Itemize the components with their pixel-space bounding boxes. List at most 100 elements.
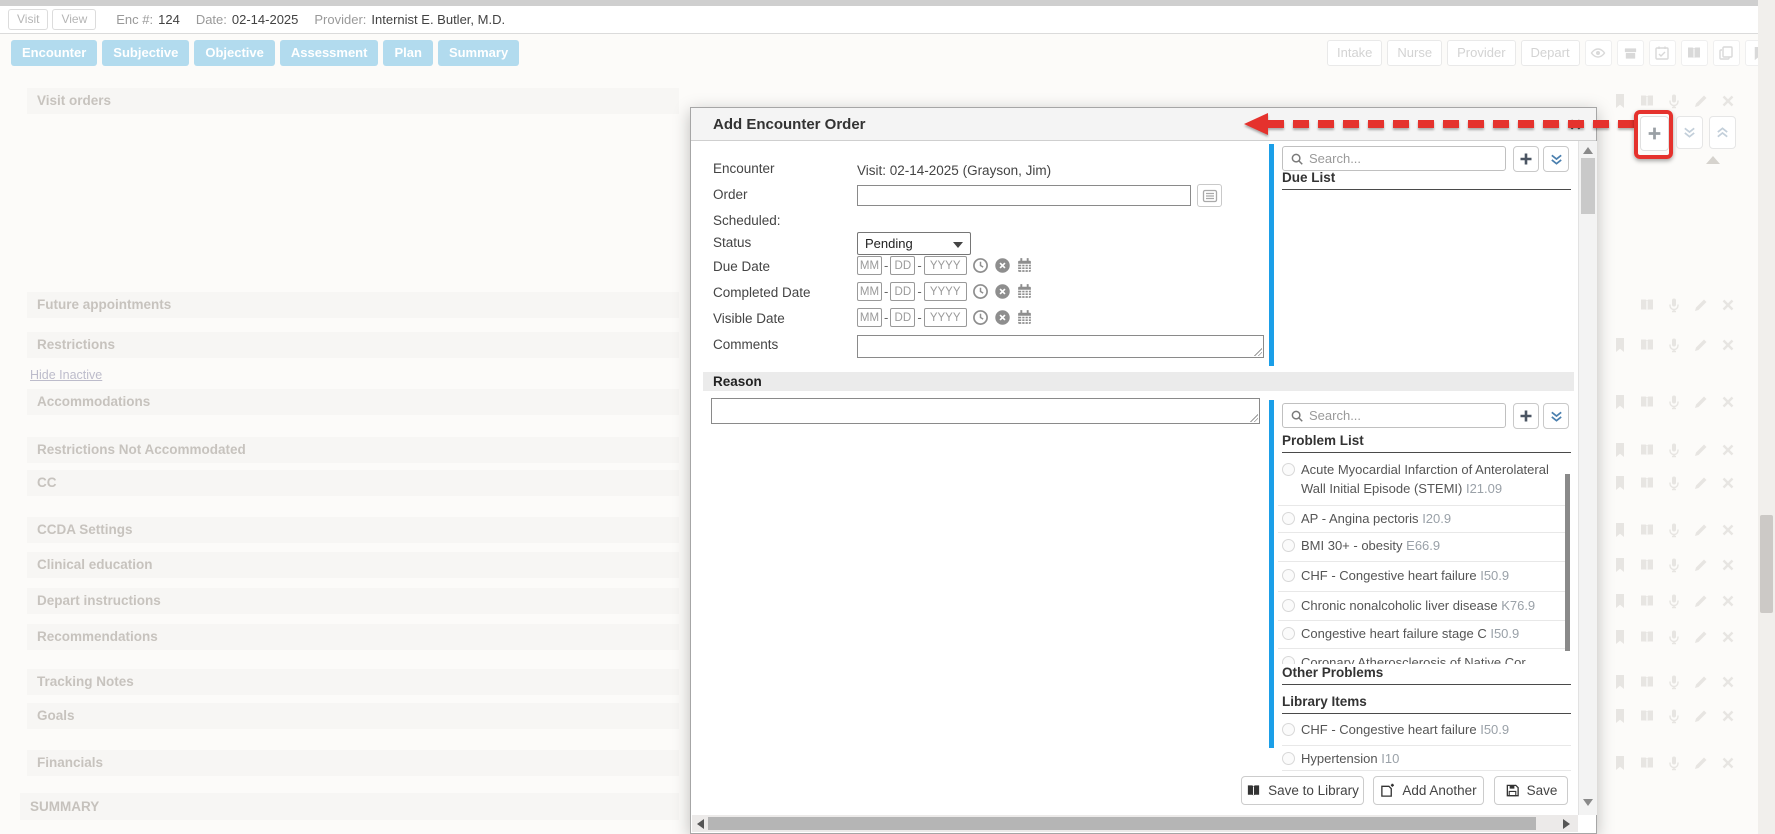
book-icon[interactable] bbox=[1639, 475, 1655, 491]
mic-icon[interactable] bbox=[1666, 522, 1682, 538]
due-date-yyyy-input[interactable] bbox=[924, 256, 967, 275]
tab-encounter[interactable]: Encounter bbox=[11, 40, 97, 66]
mic-icon[interactable] bbox=[1666, 708, 1682, 724]
section-restrictions-not-accommodated[interactable]: Restrictions Not Accommodated bbox=[27, 437, 679, 463]
pencil-icon[interactable] bbox=[1693, 674, 1709, 690]
status-select[interactable]: Pending bbox=[857, 232, 971, 255]
book-icon[interactable] bbox=[1639, 629, 1655, 645]
calendar-picker-button[interactable] bbox=[1016, 257, 1033, 274]
scroll-right-arrow[interactable] bbox=[1563, 819, 1570, 829]
scroll-down-arrow[interactable] bbox=[1583, 799, 1593, 806]
add-reason-button[interactable] bbox=[1513, 403, 1539, 429]
bookmark-icon[interactable] bbox=[1612, 557, 1628, 573]
completed-date-dd-input[interactable] bbox=[890, 282, 915, 301]
problem-item[interactable]: Acute Myocardial Infarction of Anterolat… bbox=[1282, 460, 1564, 498]
section-clinical-education[interactable]: Clinical education bbox=[27, 552, 679, 578]
completed-date-yyyy-input[interactable] bbox=[924, 282, 967, 301]
bookmark-icon[interactable] bbox=[1612, 394, 1628, 410]
stage-provider-button[interactable]: Provider bbox=[1447, 40, 1515, 66]
section-recommendations[interactable]: Recommendations bbox=[27, 624, 679, 650]
calendar-picker-button[interactable] bbox=[1016, 309, 1033, 326]
section-tracking-notes[interactable]: Tracking Notes bbox=[27, 669, 679, 695]
pencil-icon[interactable] bbox=[1693, 708, 1709, 724]
mic-icon[interactable] bbox=[1666, 674, 1682, 690]
pencil-icon[interactable] bbox=[1693, 593, 1709, 609]
delete-icon[interactable] bbox=[1720, 629, 1736, 645]
bookmark-icon[interactable] bbox=[1612, 442, 1628, 458]
collapse-all-button[interactable] bbox=[1676, 116, 1703, 149]
delete-icon[interactable] bbox=[1720, 93, 1736, 109]
archive-button[interactable] bbox=[1617, 40, 1644, 66]
mic-icon[interactable] bbox=[1666, 475, 1682, 491]
book-icon[interactable] bbox=[1639, 593, 1655, 609]
section-restrictions[interactable]: Restrictions bbox=[27, 332, 679, 358]
library-item[interactable]: Hypertension I10 bbox=[1282, 749, 1571, 768]
delete-icon[interactable] bbox=[1720, 593, 1736, 609]
bookmark-icon[interactable] bbox=[1612, 755, 1628, 771]
calendar-picker-button[interactable] bbox=[1016, 283, 1033, 300]
tab-assessment[interactable]: Assessment bbox=[280, 40, 379, 66]
add-another-button[interactable]: Add Another bbox=[1373, 776, 1484, 805]
bookmark-icon[interactable] bbox=[1612, 629, 1628, 645]
reason-search-input[interactable] bbox=[1309, 408, 1505, 423]
problem-item[interactable]: Congestive heart failure stage C I50.9 bbox=[1282, 624, 1564, 643]
bookmark-icon[interactable] bbox=[1612, 674, 1628, 690]
section-future-appointments[interactable]: Future appointments bbox=[27, 292, 679, 318]
mic-icon[interactable] bbox=[1666, 337, 1682, 353]
stage-intake-button[interactable]: Intake bbox=[1327, 40, 1382, 66]
expand-all-button[interactable] bbox=[1709, 116, 1736, 149]
delete-icon[interactable] bbox=[1720, 297, 1736, 313]
view-tab-button[interactable]: View bbox=[52, 9, 96, 30]
page-scrollbar-thumb[interactable] bbox=[1760, 515, 1773, 613]
dialog-vertical-scrollbar[interactable] bbox=[1578, 141, 1597, 815]
clear-date-button[interactable] bbox=[994, 309, 1011, 326]
completed-date-mm-input[interactable] bbox=[857, 282, 882, 301]
section-cc[interactable]: CC bbox=[27, 470, 679, 496]
clear-date-button[interactable] bbox=[994, 283, 1011, 300]
add-due-item-button[interactable] bbox=[1513, 146, 1539, 172]
pencil-icon[interactable] bbox=[1693, 93, 1709, 109]
mic-icon[interactable] bbox=[1666, 557, 1682, 573]
mic-icon[interactable] bbox=[1666, 93, 1682, 109]
mic-icon[interactable] bbox=[1666, 593, 1682, 609]
book-icon[interactable] bbox=[1639, 394, 1655, 410]
book-icon[interactable] bbox=[1639, 522, 1655, 538]
book-icon[interactable] bbox=[1639, 557, 1655, 573]
delete-icon[interactable] bbox=[1720, 755, 1736, 771]
time-now-button[interactable] bbox=[972, 309, 989, 326]
section-visit-orders[interactable]: Visit orders bbox=[27, 88, 679, 114]
section-accommodations[interactable]: Accommodations bbox=[27, 389, 679, 415]
time-now-button[interactable] bbox=[972, 283, 989, 300]
expand-reason-list-button[interactable] bbox=[1543, 403, 1569, 429]
tab-subjective[interactable]: Subjective bbox=[102, 40, 189, 66]
pencil-icon[interactable] bbox=[1693, 557, 1709, 573]
due-date-mm-input[interactable] bbox=[857, 256, 882, 275]
preview-button[interactable] bbox=[1585, 40, 1612, 66]
order-picker-button[interactable] bbox=[1197, 184, 1222, 207]
scroll-left-arrow[interactable] bbox=[697, 819, 704, 829]
book-icon[interactable] bbox=[1639, 755, 1655, 771]
pencil-icon[interactable] bbox=[1693, 442, 1709, 458]
mic-icon[interactable] bbox=[1666, 629, 1682, 645]
section-financials[interactable]: Financials bbox=[27, 750, 679, 776]
delete-icon[interactable] bbox=[1720, 522, 1736, 538]
delete-icon[interactable] bbox=[1720, 557, 1736, 573]
scroll-up-arrow[interactable] bbox=[1583, 147, 1593, 154]
comments-textarea[interactable] bbox=[857, 335, 1264, 358]
delete-icon[interactable] bbox=[1720, 674, 1736, 690]
library-button[interactable] bbox=[1681, 40, 1708, 66]
problem-item[interactable]: Coronary Atherosclerosis of Native Cor..… bbox=[1282, 653, 1564, 664]
bookmark-icon[interactable] bbox=[1612, 337, 1628, 353]
save-button[interactable]: Save bbox=[1494, 776, 1568, 805]
visible-date-yyyy-input[interactable] bbox=[924, 308, 967, 327]
pencil-icon[interactable] bbox=[1693, 629, 1709, 645]
horizontal-scrollbar-thumb[interactable] bbox=[708, 817, 1536, 830]
tab-summary[interactable]: Summary bbox=[438, 40, 519, 66]
problem-list-scrollbar-thumb[interactable] bbox=[1565, 474, 1570, 651]
section-depart-instructions[interactable]: Depart instructions bbox=[27, 588, 679, 614]
clear-date-button[interactable] bbox=[994, 257, 1011, 274]
mic-icon[interactable] bbox=[1666, 297, 1682, 313]
visible-date-dd-input[interactable] bbox=[890, 308, 915, 327]
bookmark-icon[interactable] bbox=[1612, 593, 1628, 609]
resize-handle[interactable] bbox=[1254, 348, 1262, 356]
